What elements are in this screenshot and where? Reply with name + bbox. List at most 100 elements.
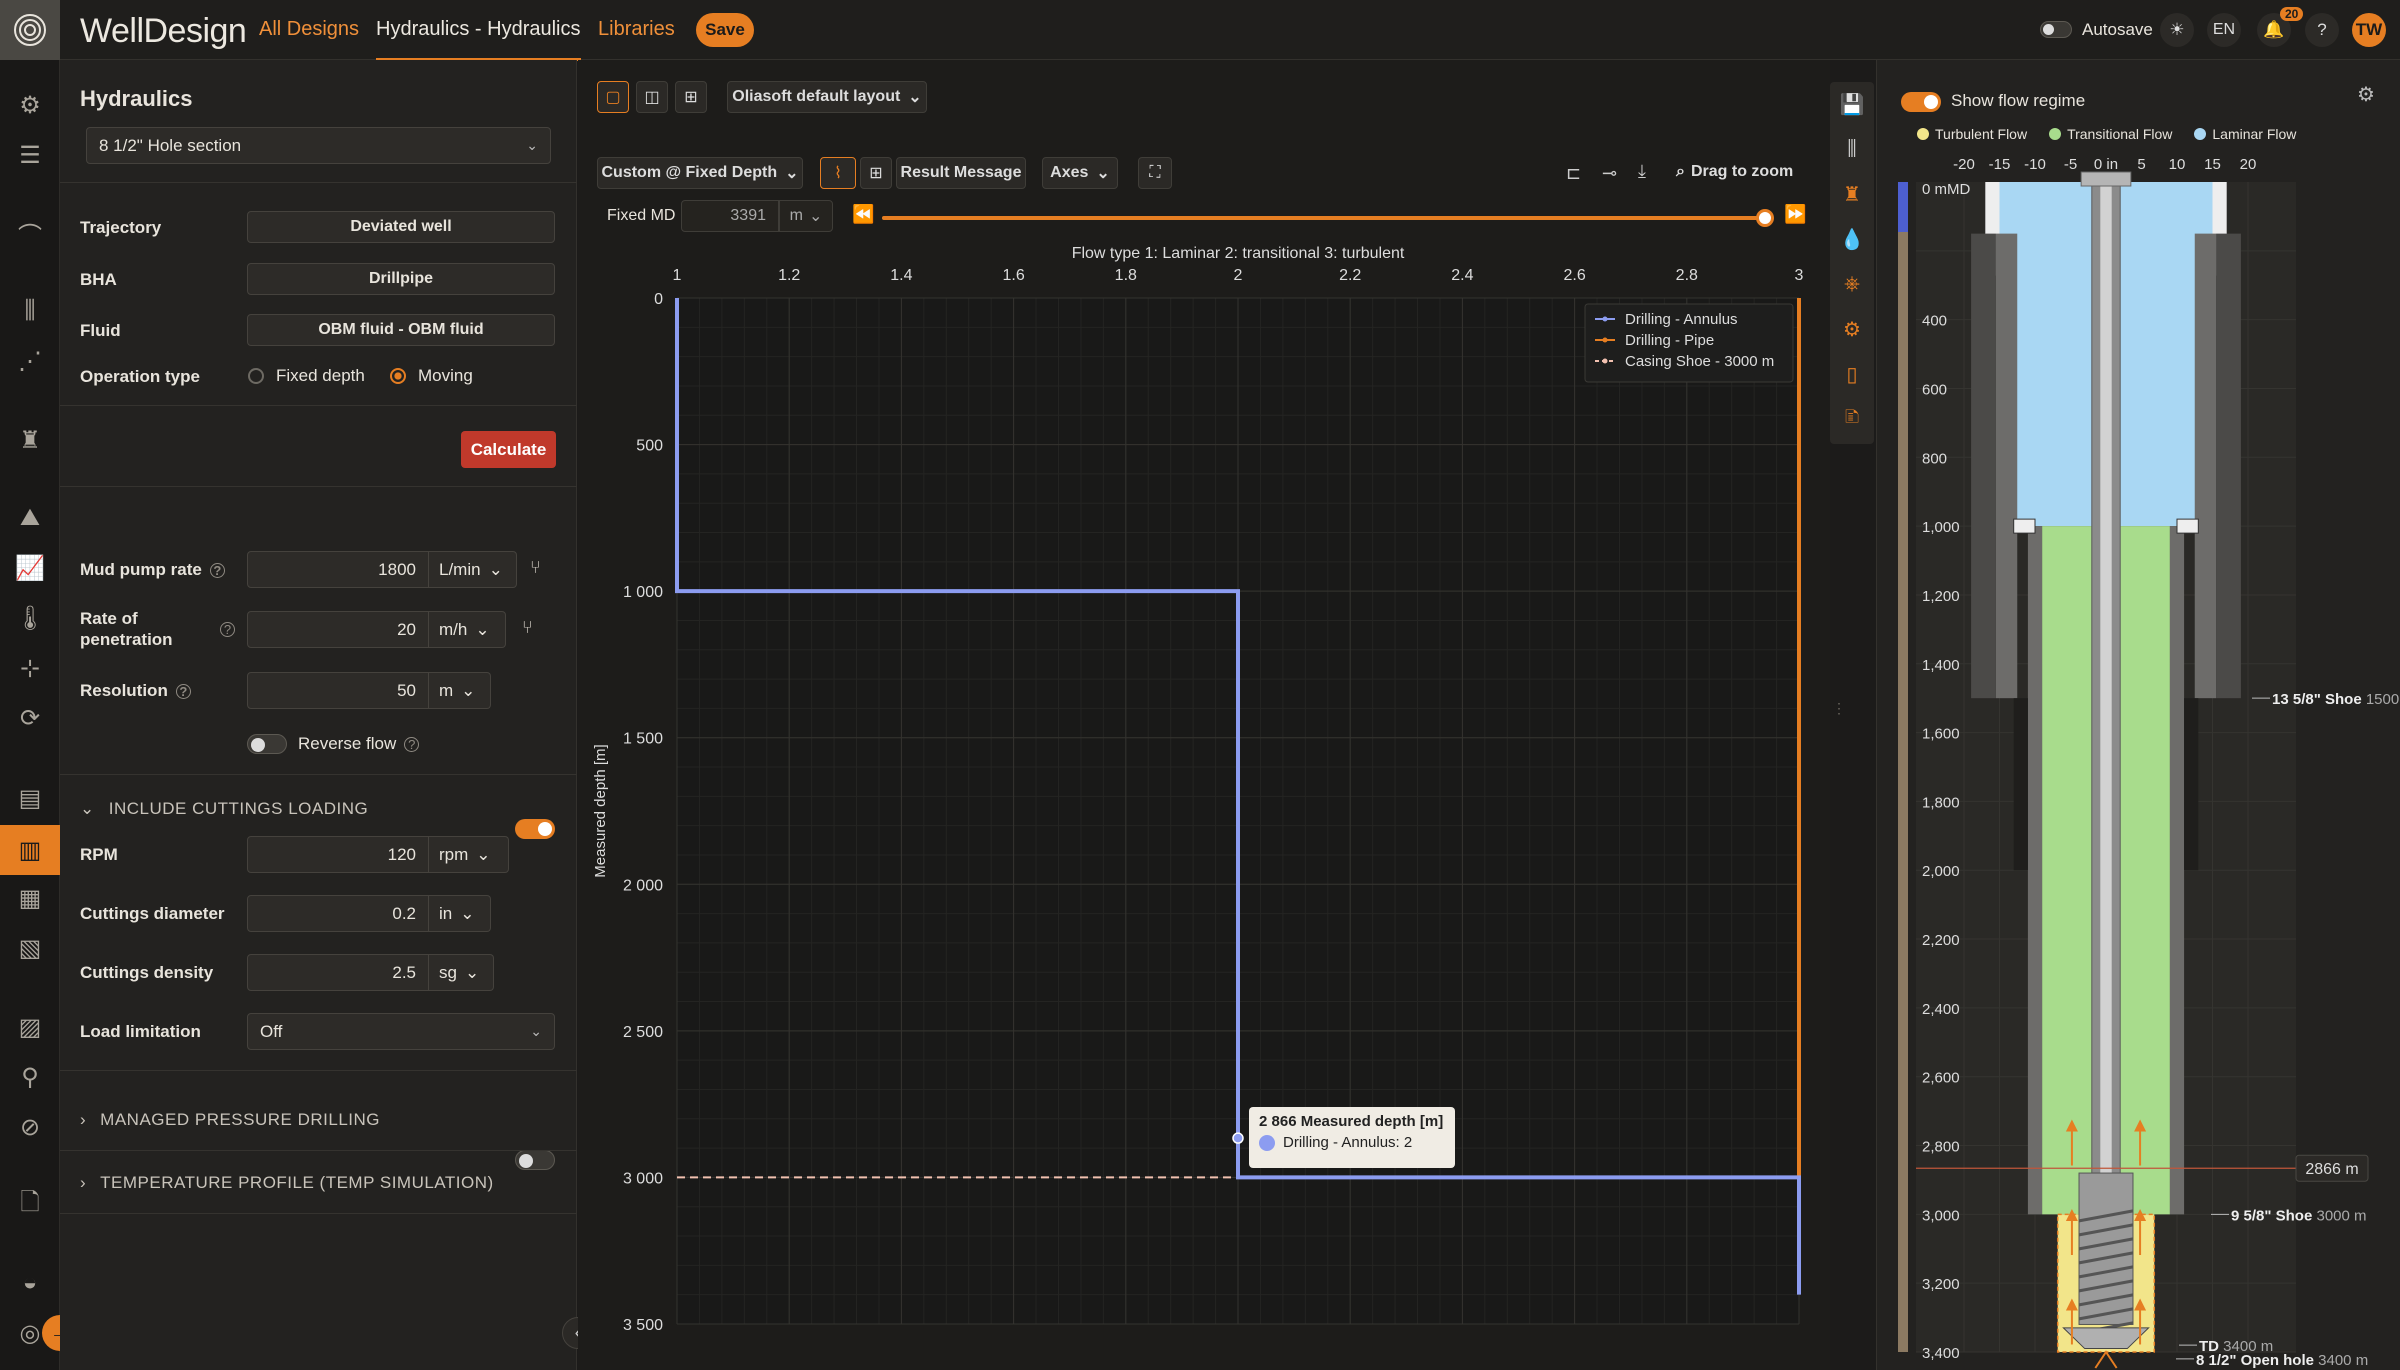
note-icon[interactable]: 🗈: [1837, 404, 1867, 434]
show-flow-regime-toggle[interactable]: [1901, 92, 1941, 112]
help-icon[interactable]: ?: [404, 736, 420, 752]
mud-pump-rate-input[interactable]: 1800: [247, 551, 429, 588]
md-slider-thumb[interactable]: [1756, 209, 1775, 227]
chart-options-icon[interactable]: ⊏: [1566, 163, 1581, 184]
table-view-icon[interactable]: ⊞: [860, 157, 892, 189]
branch-icon[interactable]: ⑂: [530, 557, 541, 578]
casing-tool-icon[interactable]: ⫼: [1837, 134, 1867, 164]
trajectory-button[interactable]: Deviated well: [247, 211, 555, 243]
cuttings-section-header[interactable]: ⌄ INCLUDE CUTTINGS LOADING: [80, 799, 368, 819]
hole-section-value: 8 1/2" Hole section: [99, 135, 242, 155]
app-logo-icon[interactable]: [0, 0, 60, 60]
rpm-unit-select[interactable]: rpm ⌄: [429, 836, 509, 873]
download-icon[interactable]: ⤓: [1638, 161, 1646, 182]
rig-icon[interactable]: ⚲: [15, 1062, 45, 1092]
casing-13-left: [1995, 233, 2018, 699]
surge-swab-icon[interactable]: ▦: [15, 883, 45, 913]
theme-sun-icon[interactable]: ☀: [2160, 13, 2194, 47]
block-icon[interactable]: ⊘: [15, 1112, 45, 1142]
result-mode-select[interactable]: Custom @ Fixed Depth ⌄: [597, 157, 803, 189]
radio-unselected-icon: [248, 368, 264, 384]
reverse-flow-toggle[interactable]: [247, 734, 287, 754]
rewind-icon[interactable]: ⏪: [852, 204, 874, 225]
rop-unit-select[interactable]: m/h ⌄: [429, 611, 506, 648]
fixed-md-unit-select[interactable]: m ⌄: [779, 200, 833, 232]
op-fixed-depth-radio[interactable]: Fixed depth: [248, 366, 365, 386]
trajectory-icon[interactable]: ⌒: [15, 218, 45, 250]
rop-input[interactable]: 20: [247, 611, 429, 648]
pattern-icon[interactable]: ▨: [15, 1012, 45, 1042]
ruler-icon[interactable]: ▯: [1837, 359, 1867, 389]
cuttings-diameter-input[interactable]: 0.2: [247, 895, 429, 932]
hole-section-select[interactable]: 8 1/2" Hole section ⌄: [86, 127, 551, 164]
help-icon[interactable]: ?: [175, 683, 191, 699]
cuttings-density-unit-select[interactable]: sg ⌄: [429, 954, 494, 991]
single-view-icon[interactable]: ▢: [597, 81, 629, 113]
op-moving-radio[interactable]: Moving: [390, 366, 473, 386]
axes-select[interactable]: Axes ⌄: [1042, 157, 1118, 189]
help-icon[interactable]: ?: [220, 622, 235, 637]
cuttings-loading-toggle[interactable]: [515, 819, 555, 839]
schematic-x-tick: 15: [2204, 156, 2221, 173]
fullscreen-icon[interactable]: ⛶: [1138, 157, 1172, 189]
layers-icon[interactable]: ☰: [15, 140, 45, 170]
resolution-unit-select[interactable]: m ⌄: [429, 672, 491, 709]
bha-tool-icon[interactable]: ♜: [1837, 179, 1867, 209]
fixed-md-input[interactable]: 3391: [681, 200, 779, 232]
chevron-down-icon: ⌄: [464, 962, 480, 982]
load-limitation-select[interactable]: Off ⌄: [247, 1013, 555, 1050]
save-button[interactable]: Save: [696, 13, 754, 47]
fast-forward-icon[interactable]: ⏩: [1784, 204, 1806, 225]
user-avatar[interactable]: TW: [2352, 13, 2386, 47]
formation-icon[interactable]: ⋰: [15, 346, 45, 376]
gear-icon[interactable]: ⚙: [1837, 314, 1867, 344]
panel-settings-gear-icon[interactable]: ⚙: [2357, 82, 2375, 107]
mpd-toggle[interactable]: [515, 1150, 555, 1170]
layout-select[interactable]: Oliasoft default layout ⌄: [727, 81, 927, 113]
resolution-label: Resolution: [80, 681, 168, 700]
drag-zoom-button[interactable]: ⌕ Drag to zoom: [1676, 163, 1793, 181]
temp-section-header[interactable]: › TEMPERATURE PROFILE (TEMP SIMULATION): [80, 1173, 494, 1193]
result-message-button[interactable]: Result Message: [896, 157, 1026, 189]
cuttings-diameter-unit-select[interactable]: in ⌄: [429, 895, 491, 932]
resize-handle-icon[interactable]: ⋮: [1832, 700, 1846, 717]
chart-view-icon[interactable]: ⌇: [820, 157, 856, 189]
settings-gear-icon[interactable]: ⚙: [15, 90, 45, 120]
bha-button[interactable]: Drillpipe: [247, 263, 555, 295]
cuttings-density-input[interactable]: 2.5: [247, 954, 429, 991]
casing-icon[interactable]: ⫼: [15, 296, 45, 326]
save-view-icon[interactable]: 💾: [1837, 89, 1867, 119]
schematic-x-tick: 5: [2137, 156, 2145, 173]
document-icon[interactable]: 🗋: [15, 1189, 45, 1220]
simulation-icon[interactable]: ⟳: [15, 703, 45, 733]
rpm-input[interactable]: 120: [247, 836, 429, 873]
help-icon[interactable]: ?: [209, 562, 225, 578]
point-marker-icon[interactable]: ⊸: [1602, 163, 1617, 184]
target-icon[interactable]: ⊹: [15, 653, 45, 683]
calculate-button[interactable]: Calculate: [461, 431, 556, 468]
chart-area-icon[interactable]: ⛰: [15, 503, 45, 533]
md-slider-track[interactable]: [882, 209, 1775, 227]
help-button[interactable]: ?: [2305, 13, 2339, 47]
language-select[interactable]: EN: [2207, 13, 2241, 47]
split-view-icon[interactable]: ◫: [636, 81, 668, 113]
torque-drag-icon[interactable]: ▤: [15, 783, 45, 813]
autosave-toggle[interactable]: [2040, 21, 2072, 38]
nav-libraries[interactable]: Libraries: [598, 18, 675, 41]
bha-icon[interactable]: ♜: [15, 425, 45, 455]
temperature-icon[interactable]: 🌡: [15, 603, 45, 633]
nav-current-design[interactable]: Hydraulics - Hydraulics: [376, 18, 581, 61]
branch-icon[interactable]: ⑂: [522, 617, 533, 638]
nav-all-designs[interactable]: All Designs: [259, 18, 359, 41]
resolution-input[interactable]: 50: [247, 672, 429, 709]
mud-pump-unit-select[interactable]: L/min ⌄: [429, 551, 517, 588]
chart-line-icon[interactable]: 📈: [15, 553, 45, 583]
hydraulics-icon[interactable]: ▥: [0, 825, 60, 875]
grid-view-icon[interactable]: ⊞: [675, 81, 707, 113]
fluid-drop-icon[interactable]: 💧: [1837, 224, 1867, 254]
mpd-section-header[interactable]: › MANAGED PRESSURE DRILLING: [80, 1110, 380, 1130]
wheel-icon[interactable]: ⎈: [1837, 269, 1867, 299]
fluid-button[interactable]: OBM fluid - OBM fluid: [247, 314, 555, 346]
cementing-icon[interactable]: ▧: [15, 933, 45, 963]
shell-icon[interactable]: ◒: [15, 1268, 45, 1298]
